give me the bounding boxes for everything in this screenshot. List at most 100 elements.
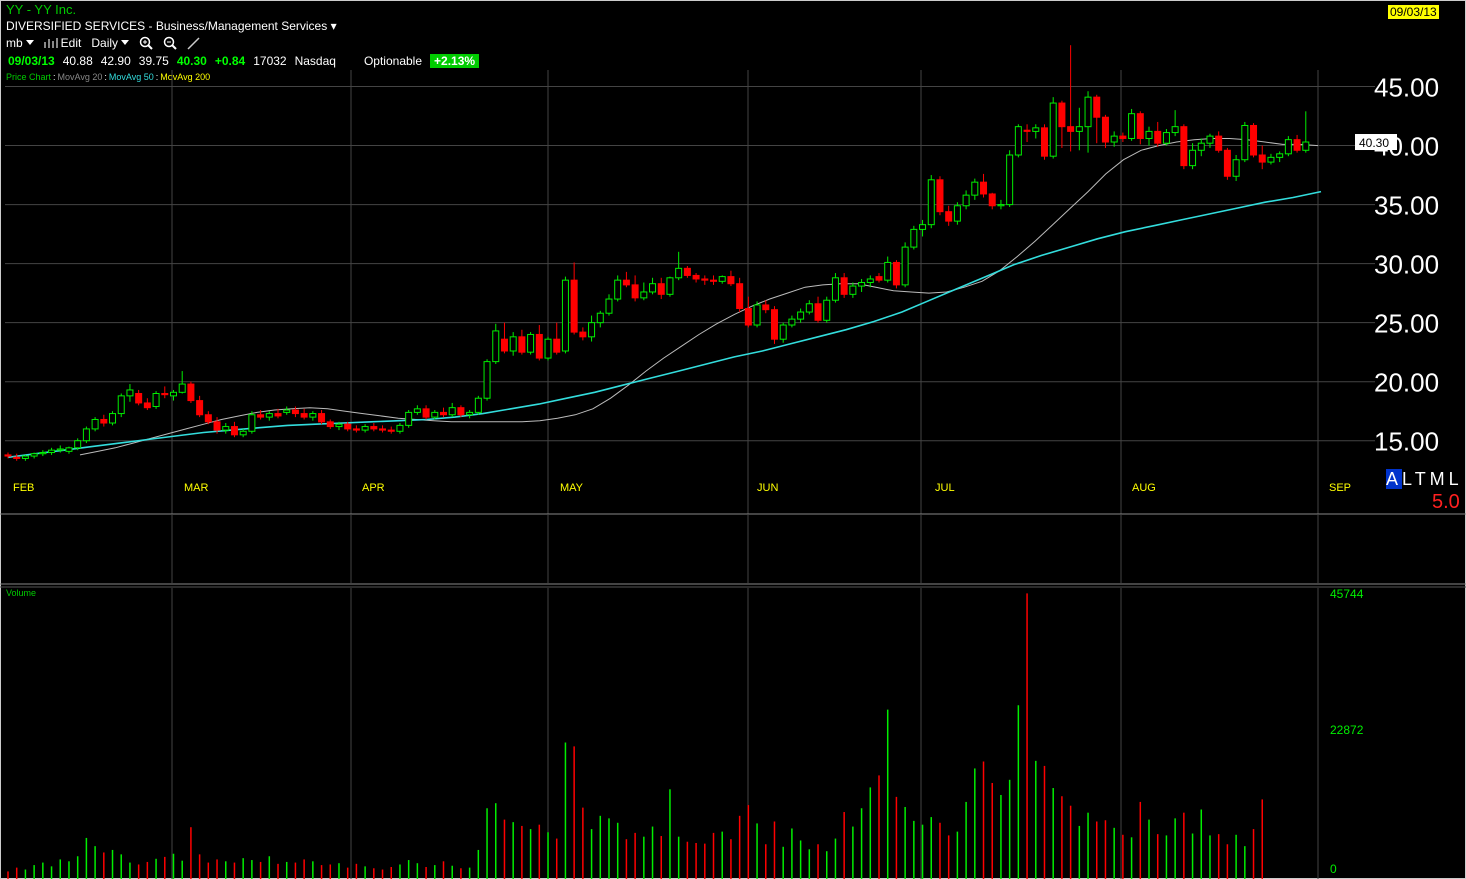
candle-body bbox=[135, 392, 143, 404]
candle-body bbox=[178, 383, 186, 393]
candle-body bbox=[56, 448, 64, 451]
candle-body bbox=[204, 414, 212, 423]
candle-body bbox=[126, 389, 134, 397]
candle-body bbox=[561, 279, 569, 352]
x-tick-label: MAY bbox=[560, 482, 584, 494]
last-price-label: 40.30 bbox=[1359, 136, 1389, 150]
candle-body bbox=[518, 336, 526, 353]
candle-body bbox=[230, 426, 238, 436]
x-tick-label: JUL bbox=[935, 482, 955, 494]
candle-body bbox=[692, 274, 700, 280]
candle-body bbox=[858, 282, 866, 287]
candle-body bbox=[1284, 139, 1292, 155]
scale-value: 5.0 bbox=[1432, 491, 1460, 513]
candle-body bbox=[361, 426, 369, 431]
candle-body bbox=[440, 411, 447, 416]
y-tick-label: 25.00 bbox=[1374, 309, 1439, 339]
candle-body bbox=[326, 421, 334, 428]
candle-body bbox=[779, 324, 787, 340]
candle-body bbox=[596, 312, 604, 324]
candle-body bbox=[980, 181, 988, 195]
candle-body bbox=[474, 397, 482, 413]
candle-body bbox=[74, 440, 82, 449]
candle-body bbox=[483, 361, 491, 399]
candle-body bbox=[4, 454, 12, 457]
candle-body bbox=[831, 277, 839, 301]
candle-body bbox=[588, 322, 596, 338]
candle-body bbox=[535, 333, 543, 359]
candle-body bbox=[100, 418, 108, 424]
candle-body bbox=[1110, 135, 1118, 143]
candle-body bbox=[988, 193, 996, 207]
x-tick-label: SEP bbox=[1329, 482, 1351, 494]
candle-body bbox=[509, 336, 517, 352]
candle-body bbox=[727, 276, 735, 285]
x-tick-label: FEB bbox=[13, 482, 34, 494]
candle-body bbox=[1023, 129, 1031, 132]
candle-body bbox=[457, 407, 465, 416]
candle-body bbox=[91, 418, 99, 430]
candle-body bbox=[109, 413, 117, 424]
candle-body bbox=[169, 391, 177, 397]
candle-body bbox=[718, 276, 726, 282]
candle-body bbox=[1014, 126, 1022, 156]
candle-body bbox=[1101, 116, 1109, 143]
x-tick-label: MAR bbox=[184, 482, 209, 494]
candle-body bbox=[30, 453, 38, 457]
candle-body bbox=[640, 291, 648, 299]
candle-body bbox=[1154, 130, 1162, 144]
candle-body bbox=[1119, 135, 1127, 139]
candle-body bbox=[396, 424, 404, 432]
x-tick-label: AUG bbox=[1132, 482, 1156, 494]
candle-body bbox=[1093, 96, 1101, 118]
candle-body bbox=[683, 267, 691, 276]
y-tick-label: 35.00 bbox=[1374, 191, 1439, 221]
candle-body bbox=[1145, 130, 1153, 139]
candle-body bbox=[448, 407, 456, 416]
candle-body bbox=[13, 456, 21, 459]
candle-body bbox=[927, 179, 935, 226]
candle-body bbox=[544, 338, 552, 359]
candle-body bbox=[1197, 142, 1205, 151]
altml-rest: LTML bbox=[1402, 469, 1463, 489]
candle-body bbox=[344, 423, 352, 430]
volume-title: Volume bbox=[6, 588, 36, 598]
candle-body bbox=[527, 333, 535, 353]
candle-body bbox=[1241, 124, 1249, 161]
candle-body bbox=[387, 429, 395, 432]
candle-body bbox=[971, 181, 979, 196]
candle-body bbox=[283, 409, 291, 413]
candle-body bbox=[500, 338, 508, 352]
candle-body bbox=[405, 411, 413, 426]
candle-body bbox=[1171, 126, 1179, 134]
candle-body bbox=[274, 413, 282, 417]
candle-body bbox=[82, 428, 90, 442]
candle-body bbox=[849, 285, 857, 295]
candle-body bbox=[352, 428, 360, 431]
candle-body bbox=[1058, 102, 1066, 128]
chart-canvas[interactable]: 15.0020.0025.0030.0035.0040.0045.00FEB MA… bbox=[0, 0, 1466, 879]
candle-body bbox=[1223, 149, 1231, 177]
candle-body bbox=[736, 283, 744, 309]
candle-body bbox=[901, 246, 909, 286]
candle-body bbox=[1075, 126, 1083, 132]
candle-body bbox=[570, 279, 578, 333]
display-toggle[interactable]: ALTML bbox=[1386, 469, 1463, 490]
candle-body bbox=[239, 430, 247, 436]
candle-body bbox=[152, 392, 160, 407]
volume-tick-label: 45744 bbox=[1330, 587, 1364, 601]
candle-body bbox=[1215, 135, 1223, 151]
y-tick-label: 45.00 bbox=[1374, 73, 1439, 103]
candle-body bbox=[1084, 96, 1092, 128]
candle-body bbox=[953, 205, 961, 222]
candle-body bbox=[1006, 154, 1014, 206]
candle-body bbox=[553, 338, 561, 353]
candle-body bbox=[466, 411, 474, 416]
candle-body bbox=[48, 449, 56, 454]
candle-body bbox=[1276, 153, 1284, 158]
candle-body bbox=[1162, 132, 1170, 144]
candle-body bbox=[614, 279, 622, 300]
candle-body bbox=[1049, 102, 1057, 157]
candle-body bbox=[892, 261, 900, 286]
candle-body bbox=[1040, 127, 1048, 157]
